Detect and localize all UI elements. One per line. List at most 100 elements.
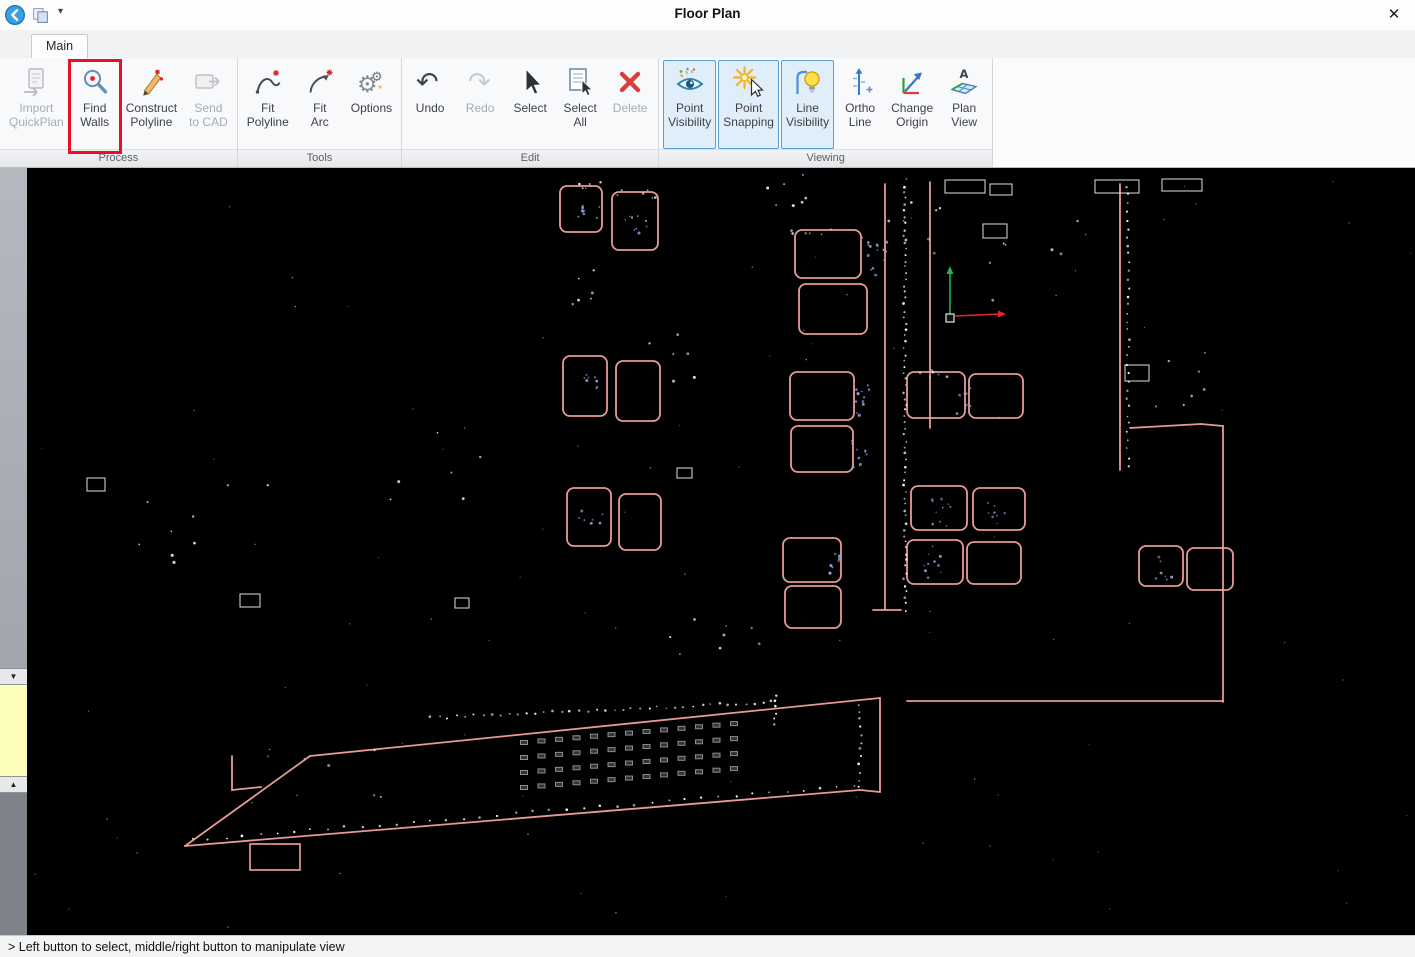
ribbon-button-fit-polyline[interactable]: FitPolyline <box>242 60 294 149</box>
ribbon-button-change-origin[interactable]: ChangeOrigin <box>886 60 938 149</box>
construct-polyline-icon <box>135 66 167 98</box>
undo-label-line2 <box>428 115 431 129</box>
left-strip-track-bottom <box>0 793 27 935</box>
ribbon-button-plan-view[interactable]: APlanView <box>940 60 988 149</box>
scroll-up-icon: ▲ <box>10 780 18 789</box>
select-label-line2 <box>528 115 531 129</box>
ribbon-button-point-snapping[interactable]: PointSnapping <box>718 60 779 149</box>
btn-wrap-select-all: SelectAll <box>556 60 604 149</box>
change-origin-label-line2: Origin <box>896 115 928 129</box>
line-visibility-label-line2: Visibility <box>786 115 829 129</box>
ribbon-buttons-process: ImportQuickPlanFindWallsConstructPolylin… <box>0 58 237 149</box>
paste-icon[interactable] <box>32 7 49 24</box>
btn-wrap-delete: Delete <box>606 60 654 149</box>
btn-wrap-undo: ↶ Undo <box>406 60 454 149</box>
construct-polyline-label-line1: Construct <box>126 101 177 115</box>
ribbon-groups: ImportQuickPlanFindWallsConstructPolylin… <box>0 58 1415 167</box>
ribbon-button-delete[interactable]: Delete <box>606 60 654 149</box>
ribbon-button-construct-polyline[interactable]: ConstructPolyline <box>121 60 182 149</box>
left-panel-strip: ▼ ▲ <box>0 168 27 935</box>
select-all-icon <box>564 66 596 98</box>
ribbon-button-redo[interactable]: ↷ Redo <box>456 60 504 149</box>
ribbon-group-process: ImportQuickPlanFindWallsConstructPolylin… <box>0 58 238 167</box>
btn-wrap-fit-polyline: FitPolyline <box>242 60 294 149</box>
line-visibility-label-line1: Line <box>796 101 819 115</box>
find-walls-label-line2: Walls <box>80 115 109 129</box>
ribbon-button-options[interactable]: ⚙⚙Options <box>346 60 397 149</box>
ortho-line-label-line1: Ortho <box>845 101 875 115</box>
fit-arc-label-line2: Arc <box>311 115 329 129</box>
btn-wrap-redo: ↷ Redo <box>456 60 504 149</box>
send-to-cad-icon <box>192 66 224 98</box>
ribbon: ImportQuickPlanFindWallsConstructPolylin… <box>0 58 1415 168</box>
select-label-line1: Select <box>513 101 546 115</box>
btn-wrap-point-visibility: PointVisibility <box>663 60 716 149</box>
scroll-down-icon: ▼ <box>10 672 18 681</box>
left-scroll-down-button[interactable]: ▼ <box>0 668 27 685</box>
back-button[interactable] <box>4 4 26 26</box>
btn-wrap-ortho-line: OrthoLine <box>836 60 884 149</box>
ribbon-group-label-viewing: Viewing <box>659 149 992 167</box>
ribbon-button-import-quickplan[interactable]: ImportQuickPlan <box>4 60 69 149</box>
left-strip-track-top <box>0 168 27 668</box>
ribbon-button-find-walls[interactable]: FindWalls <box>71 60 119 149</box>
ortho-line-label-line2: Line <box>849 115 872 129</box>
ribbon-button-ortho-line[interactable]: OrthoLine <box>836 60 884 149</box>
window-title: Floor Plan <box>674 6 740 21</box>
ribbon-button-send-to-cad[interactable]: Sendto CAD <box>184 60 233 149</box>
plan-view-label-line2: View <box>951 115 977 129</box>
ribbon-button-undo[interactable]: ↶ Undo <box>406 60 454 149</box>
point-snapping-icon <box>733 66 765 98</box>
left-strip-yellow-region[interactable] <box>0 685 27 776</box>
btn-wrap-point-snapping: PointSnapping <box>718 60 779 149</box>
plan-view-icon: A <box>948 66 980 98</box>
btn-wrap-options: ⚙⚙Options <box>346 60 397 149</box>
import-quickplan-icon <box>20 66 52 98</box>
svg-text:⚙: ⚙ <box>371 70 383 85</box>
floor-plan-window: ▾ Floor Plan ✕ Main ImportQuickPlanFindW… <box>0 0 1415 957</box>
select-all-label-line2: All <box>573 115 586 129</box>
titlebar: ▾ Floor Plan ✕ <box>0 0 1415 30</box>
delete-icon <box>614 66 646 98</box>
undo-label-line1: Undo <box>416 101 445 115</box>
btn-wrap-plan-view: APlanView <box>940 60 988 149</box>
line-visibility-icon <box>792 66 824 98</box>
ribbon-button-point-visibility[interactable]: PointVisibility <box>663 60 716 149</box>
point-visibility-label-line2: Visibility <box>668 115 711 129</box>
svg-text:↶: ↶ <box>416 67 439 98</box>
select-all-label-line1: Select <box>563 101 596 115</box>
svg-text:A: A <box>960 67 969 81</box>
ribbon-buttons-viewing: PointVisibilityPointSnappingLineVisibili… <box>659 58 992 149</box>
fit-arc-label-line1: Fit <box>313 101 326 115</box>
ribbon-group-tools: FitPolylineFitArc⚙⚙Options Tools <box>238 58 402 167</box>
redo-icon: ↷ <box>464 66 496 98</box>
send-to-cad-label-line1: Send <box>194 101 222 115</box>
btn-wrap-find-walls: FindWalls <box>71 60 119 149</box>
close-button[interactable]: ✕ <box>1381 3 1407 27</box>
ribbon-button-select-all[interactable]: SelectAll <box>556 60 604 149</box>
ribbon-button-fit-arc[interactable]: FitArc <box>296 60 344 149</box>
find-walls-icon <box>79 66 111 98</box>
import-quickplan-label-line2: QuickPlan <box>9 115 64 129</box>
point-visibility-label-line1: Point <box>676 101 703 115</box>
change-origin-icon <box>896 66 928 98</box>
redo-label-line2 <box>478 115 481 129</box>
ribbon-button-select[interactable]: Select <box>506 60 554 149</box>
fit-arc-icon <box>304 66 336 98</box>
find-walls-label-line1: Find <box>83 101 106 115</box>
viewport[interactable] <box>27 168 1415 935</box>
floorplan-svg[interactable] <box>27 168 1415 935</box>
left-scroll-up-button[interactable]: ▲ <box>0 776 27 793</box>
btn-wrap-send-to-cad: Sendto CAD <box>184 60 233 149</box>
delete-label-line1: Delete <box>613 101 648 115</box>
tab-main[interactable]: Main <box>31 34 88 58</box>
import-quickplan-label-line1: Import <box>19 101 53 115</box>
ribbon-button-line-visibility[interactable]: LineVisibility <box>781 60 834 149</box>
quick-access-caret-icon[interactable]: ▾ <box>58 6 63 17</box>
redo-label-line1: Redo <box>466 101 495 115</box>
fit-polyline-label-line1: Fit <box>261 101 274 115</box>
svg-text:↷: ↷ <box>468 67 491 98</box>
send-to-cad-label-line2: to CAD <box>189 115 228 129</box>
btn-wrap-select: Select <box>506 60 554 149</box>
point-snapping-label-line1: Point <box>735 101 762 115</box>
